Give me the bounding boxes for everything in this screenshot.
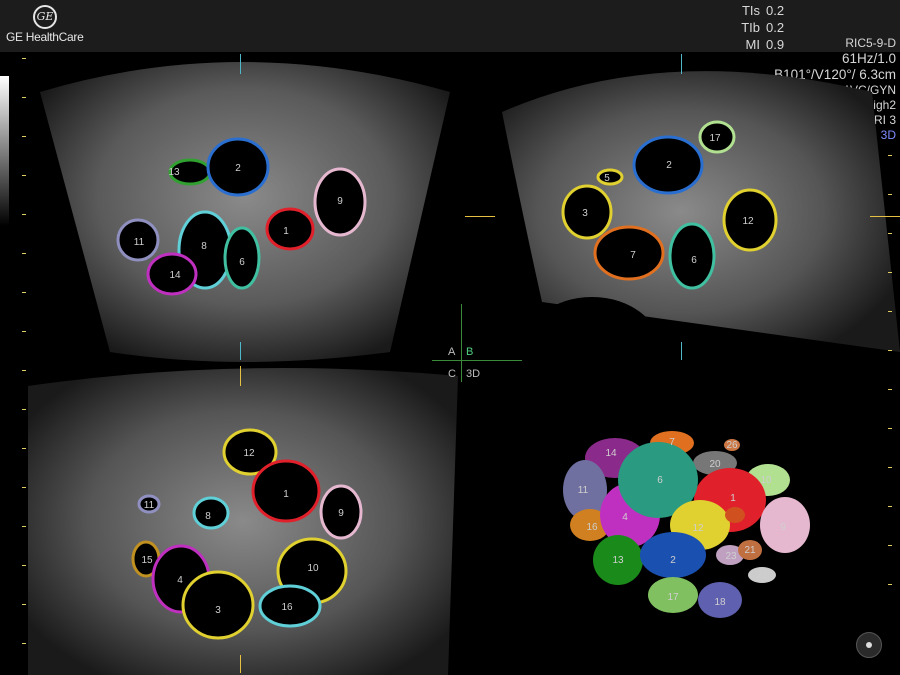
follicle-outline [192,496,230,530]
follicle-label: 6 [691,255,697,266]
follicle-label: 17 [709,133,721,144]
follicle-label: 3 [215,605,221,616]
follicle-label: 26 [726,440,738,451]
follicle-label: 2 [670,555,676,566]
render-orientation-button[interactable] [856,632,882,658]
quadrant-divider-h [432,360,522,361]
quadrant-b-view[interactable]: 17 2 5 3 12 7 6 [462,52,900,362]
grayscale-bar [0,76,9,226]
reference-marker[interactable] [240,342,241,360]
follicle-label: 7 [669,437,675,448]
reference-marker[interactable] [870,216,900,217]
follicle-label: 9 [337,196,343,207]
ge-monogram-icon: GE [33,5,57,29]
follicle-volume [725,507,745,523]
follicle-label: 10 [760,475,772,486]
follicle-label: 18 [714,597,726,608]
follicle-label: 17 [667,592,679,603]
follicle-label: 14 [169,270,181,281]
probe-model: RIC5-9-D [845,36,896,50]
safety-row-tib: TIb 0.2 [741,20,785,35]
follicle-label: 12 [742,216,754,227]
follicle-label: 20 [709,459,721,470]
follicle-label: 11 [134,237,145,248]
reference-marker[interactable] [465,216,495,217]
follicle-label: 10 [307,563,319,574]
safety-row-tis: TIs 0.2 [741,3,785,18]
follicle-label: 6 [657,475,663,486]
follicle-label: 1 [283,226,289,237]
follicle-label: 14 [605,448,617,459]
follicle-label: 21 [744,545,756,556]
follicle-label: 4 [622,512,628,523]
follicle-label: 2 [235,163,241,174]
quadrant-label-a[interactable]: A [448,346,455,358]
reference-marker[interactable] [240,366,241,386]
follicle-label: 22 [756,570,768,581]
follicle-label: 9 [780,522,786,533]
reference-marker[interactable] [681,54,682,74]
quadrant-labels: A B C 3D [432,344,492,384]
follicle-label: 12 [692,523,704,534]
follicle-label: 11 [578,485,589,496]
follicle-label: 23 [725,551,737,562]
quadrant-label-c[interactable]: C [448,368,456,380]
quadrant-c-view[interactable]: 12 1 11 8 9 15 4 10 3 16 [28,366,458,675]
quadrant-a-view[interactable]: 13 2 9 1 11 8 6 14 [40,52,460,362]
brand-name: GE HealthCare [6,30,84,44]
quadrant-label-3d[interactable]: 3D [466,368,480,380]
follicle-label: 11 [144,500,155,511]
follicle-label: 16 [281,602,293,613]
follicle-label: 13 [612,555,624,566]
follicle-label: 16 [586,522,598,533]
reference-marker[interactable] [240,54,241,74]
follicle-label: 1 [730,493,736,504]
follicle-label: 1 [283,489,289,500]
follicle-label: 7 [630,250,636,261]
ge-healthcare-logo: GE GE HealthCare [6,3,84,49]
reference-marker[interactable] [681,342,682,360]
follicle-outline [596,168,624,186]
follicle-label: 5 [604,173,610,184]
follicle-label: 13 [168,167,180,178]
follicle-label: 15 [141,555,153,566]
follicle-label: 8 [201,241,207,252]
top-bar: GE GE HealthCare TIs 0.2 TIb 0.2 MI 0.9 [0,0,900,52]
quadrant-divider-v [461,304,462,382]
reference-marker[interactable] [240,655,241,673]
follicle-label: 3 [582,208,588,219]
follicle-outline [265,207,315,251]
follicle-label: 12 [243,448,255,459]
follicle-label: 9 [338,508,344,519]
render-3d-view[interactable]: 14 7 20 26 11 6 1 10 16 4 12 9 23 13 2 2… [540,425,840,630]
quadrant-label-b[interactable]: B [466,346,473,358]
follicle-label: 2 [666,160,672,171]
follicle-label: 6 [239,257,245,268]
follicle-label: 4 [177,575,183,586]
follicle-label: 8 [205,511,211,522]
follicle-outline [593,225,665,281]
